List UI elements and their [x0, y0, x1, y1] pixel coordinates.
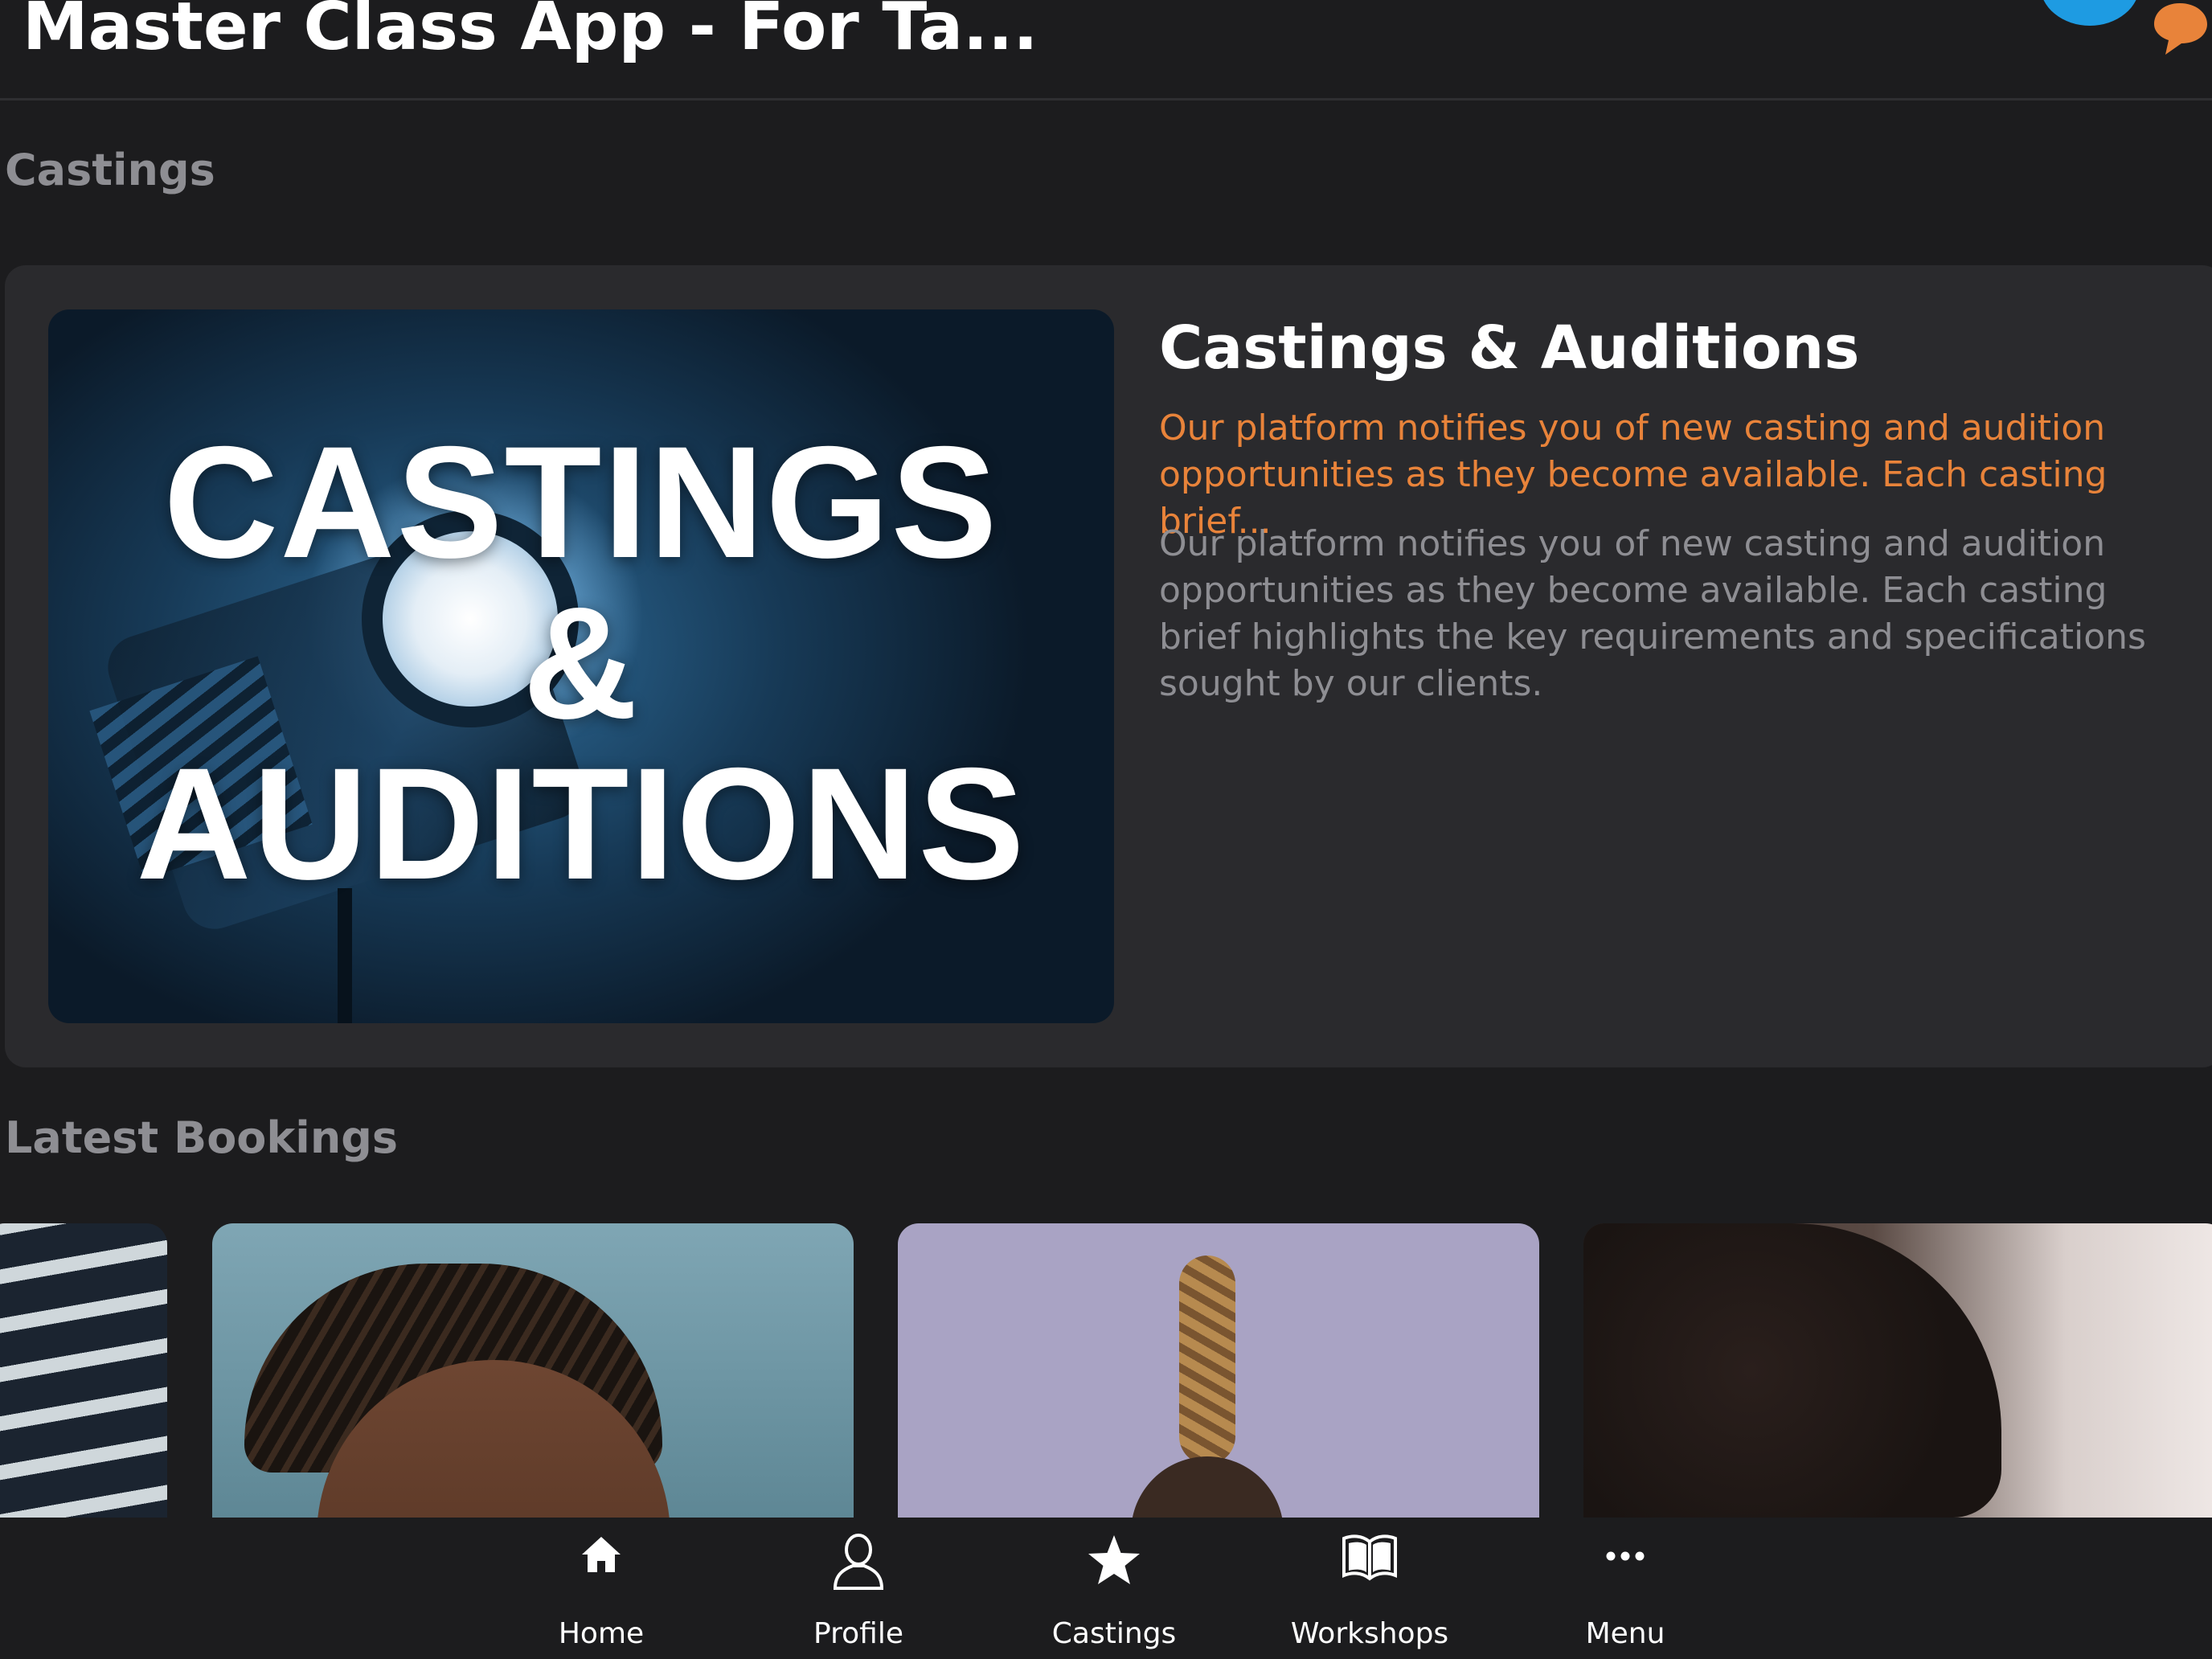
hero-text-line: CASTINGS: [163, 413, 999, 591]
tab-home[interactable]: Home: [505, 1518, 698, 1659]
card-description: Our platform notifies you of new casting…: [1159, 523, 2146, 704]
app-title: Master Class App - For Ta...: [23, 0, 1038, 65]
profile-icon: [833, 1534, 884, 1590]
star-icon: [1088, 1535, 1140, 1584]
tab-label: Home: [558, 1617, 645, 1650]
tab-castings[interactable]: Castings: [1018, 1518, 1210, 1659]
tab-label: Menu: [1585, 1617, 1665, 1650]
tab-workshops[interactable]: Workshops: [1273, 1518, 1466, 1659]
hero-text-line: &: [522, 574, 640, 752]
section-title-castings: Castings: [5, 145, 215, 195]
hero-image-text: CASTINGS & AUDITIONS: [48, 422, 1114, 904]
booking-photo-head: [1131, 1456, 1284, 1518]
booking-card[interactable]: [898, 1223, 1539, 1518]
tab-label: Workshops: [1290, 1617, 1449, 1650]
more-icon: [1606, 1551, 1645, 1561]
card-title: Castings & Auditions: [1159, 313, 1860, 383]
tab-label: Castings: [1051, 1617, 1177, 1650]
booking-photo-braid: [1179, 1256, 1235, 1464]
tab-profile[interactable]: Profile: [762, 1518, 955, 1659]
section-title-latest-bookings: Latest Bookings: [5, 1112, 399, 1163]
booking-card[interactable]: [212, 1223, 854, 1518]
hero-text-line: AUDITIONS: [136, 735, 1026, 912]
home-icon: [582, 1537, 621, 1572]
booking-card[interactable]: [1583, 1223, 2212, 1518]
chat-icon[interactable]: [2151, 0, 2209, 56]
tab-menu[interactable]: Menu: [1529, 1518, 1722, 1659]
castings-hero-image[interactable]: CASTINGS & AUDITIONS: [48, 309, 1114, 1023]
tab-label: Profile: [813, 1617, 903, 1650]
book-icon: [1342, 1534, 1397, 1581]
booking-card[interactable]: [0, 1223, 167, 1518]
booking-photo-hair: [1583, 1223, 2001, 1518]
